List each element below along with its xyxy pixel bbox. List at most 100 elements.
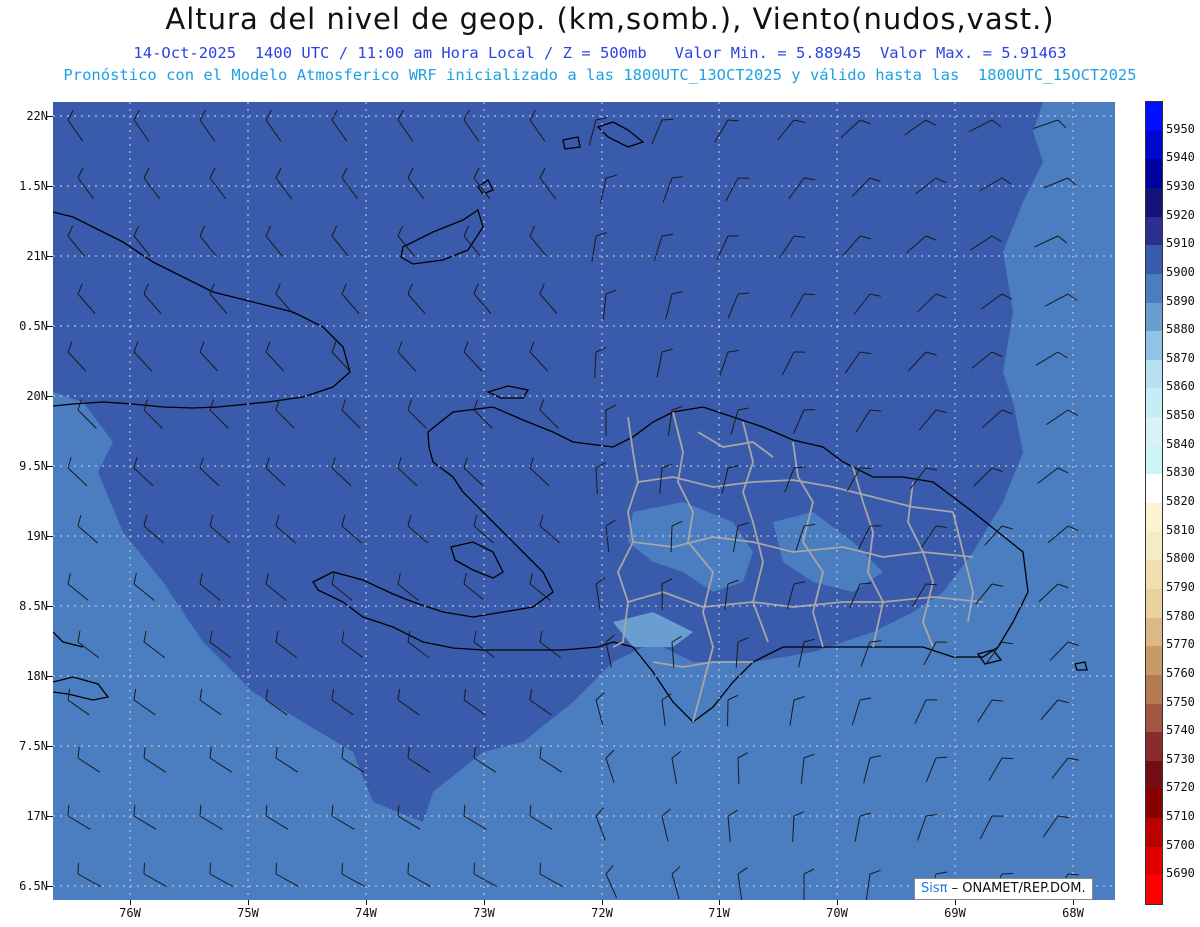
colorbar-label: 5910: [1166, 236, 1195, 251]
wind-barb: [602, 289, 617, 320]
lat-label: 20N: [26, 389, 48, 403]
lat-label: 6.5N: [19, 879, 48, 893]
wind-barb: [605, 404, 617, 436]
wind-barb: [275, 399, 295, 429]
colorbar-cell: [1146, 187, 1162, 218]
wind-barb: [341, 399, 361, 429]
wind-barb: [133, 457, 154, 487]
wind-barb: [209, 399, 229, 429]
wind-barb: [529, 572, 551, 601]
wind-barb: [904, 119, 937, 136]
wind-barb: [77, 283, 96, 314]
colorbar-label: 5950: [1166, 121, 1195, 136]
wind-barb: [407, 283, 426, 314]
wind-barb: [265, 572, 287, 601]
lat-tick: [47, 816, 53, 817]
wind-barb: [275, 167, 293, 200]
wind-barb: [265, 457, 286, 487]
lat-tick: [47, 746, 53, 747]
colorbar-cell: [1146, 531, 1162, 561]
lat-tick: [47, 186, 53, 187]
lat-label: 21N: [26, 249, 48, 263]
lon-tick: [366, 900, 367, 905]
lat-tick: [47, 116, 53, 117]
colorbar-label: 5920: [1166, 207, 1195, 222]
lon-label: 70W: [826, 906, 848, 920]
lon-tick: [130, 900, 131, 905]
valid-time-subtitle: 14-Oct-2025 1400 UTC / 11:00 am Hora Loc…: [133, 44, 1067, 62]
wind-barb: [539, 399, 559, 429]
lat-label: 19N: [26, 529, 48, 543]
wind-barb: [67, 341, 87, 372]
colorbar-label: 5890: [1166, 293, 1195, 308]
wind-barb: [143, 515, 164, 544]
colorbar-label: 5720: [1166, 780, 1195, 795]
wind-barb: [539, 167, 557, 200]
wind-barb: [858, 525, 882, 550]
wind-barb: [407, 167, 425, 200]
wind-barb: [591, 232, 607, 262]
map-area[interactable]: [53, 102, 1115, 900]
wind-barb: [921, 525, 948, 548]
wind-barb: [463, 572, 485, 601]
colorbar-cell: [1146, 588, 1162, 619]
wind-barb: [851, 177, 881, 198]
colorbar: [1145, 101, 1163, 905]
colorbar-cell: [1146, 617, 1162, 647]
lat-label: 22N: [26, 109, 48, 123]
lat-label: 18N: [26, 669, 48, 683]
lat-tick: [47, 396, 53, 397]
wind-barb: [199, 457, 220, 487]
wind-barb: [716, 235, 740, 260]
wind-barb: [588, 117, 608, 146]
wind-barb: [133, 225, 151, 257]
wind-barb: [529, 688, 552, 716]
colorbar-label: 5840: [1166, 436, 1195, 451]
lon-tick: [602, 900, 603, 905]
colorbar-cell: [1146, 732, 1162, 762]
colorbar-label: 5800: [1166, 551, 1195, 566]
lat-tick: [47, 256, 53, 257]
wind-barb: [918, 409, 947, 431]
wind-barb: [916, 293, 947, 313]
colorbar-cell: [1146, 789, 1162, 819]
colorbar-label: 5770: [1166, 637, 1195, 652]
colorbar-cell: [1146, 674, 1162, 704]
lon-label: 72W: [591, 906, 613, 920]
wind-barb: [209, 283, 228, 314]
lon-label: 68W: [1062, 906, 1084, 920]
wind-barb: [265, 109, 282, 142]
wind-barb: [651, 118, 674, 145]
colorbar-label: 5870: [1166, 350, 1195, 365]
wind-barb: [133, 341, 153, 372]
lon-tick: [955, 900, 956, 905]
lon-tick: [248, 900, 249, 905]
wind-barb: [275, 283, 294, 314]
wind-barb: [209, 167, 227, 200]
lon-label: 69W: [944, 906, 966, 920]
wind-barb: [397, 341, 417, 372]
wind-barb: [980, 293, 1013, 310]
lon-label: 73W: [473, 906, 495, 920]
wind-barb: [397, 109, 414, 142]
lon-label: 74W: [355, 906, 377, 920]
wind-barb: [407, 746, 431, 773]
lon-tick: [837, 900, 838, 905]
wind-barb: [529, 341, 549, 372]
wind-barb: [719, 350, 740, 377]
colorbar-label: 5820: [1166, 494, 1195, 508]
wind-barb: [790, 293, 816, 317]
wind-barb: [133, 109, 150, 142]
wind-barb: [463, 109, 480, 142]
colorbar-label: 5930: [1166, 178, 1195, 193]
wind-barb: [341, 167, 359, 200]
sispi-logo: Sisπ: [921, 881, 948, 896]
colorbar-label: 5830: [1166, 465, 1195, 480]
wind-barb: [662, 176, 684, 203]
wind-barb: [331, 225, 349, 257]
wind-barb: [341, 515, 362, 544]
wind-barb: [331, 109, 348, 142]
colorbar-cell: [1146, 273, 1162, 303]
wind-barb: [973, 467, 1003, 487]
lat-tick: [47, 326, 53, 327]
